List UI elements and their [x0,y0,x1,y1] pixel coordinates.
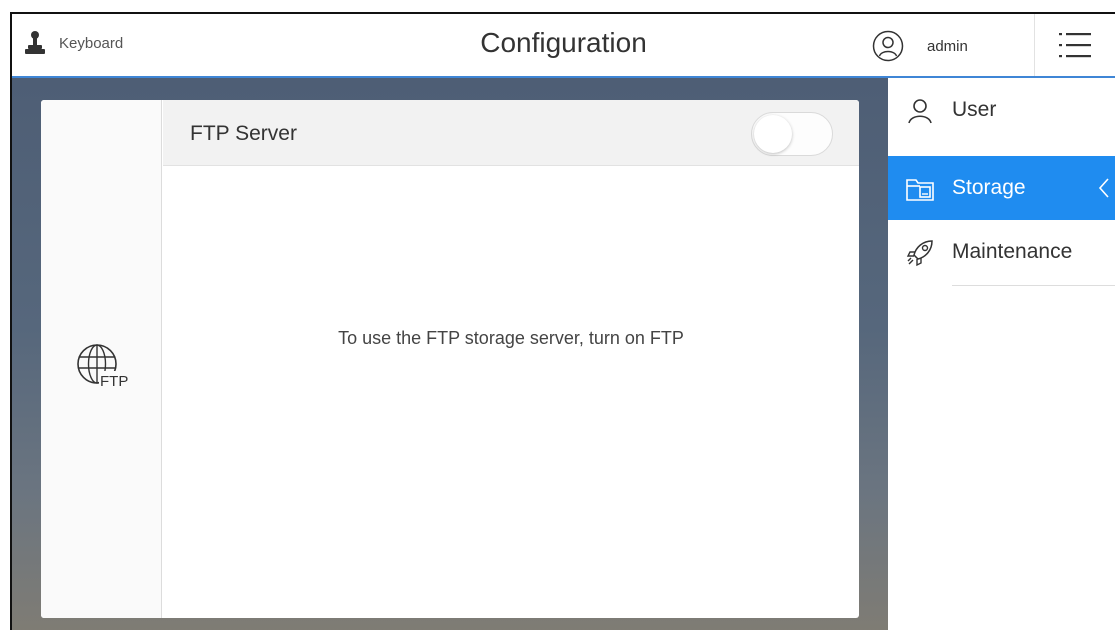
card-icon-panel: FTP [41,100,162,618]
keyboard-button[interactable]: Keyboard [24,30,123,56]
card-title: FTP Server [190,122,297,145]
chevron-left-icon [1098,178,1109,198]
storage-icon [906,179,934,201]
user-account-button[interactable]: admin [872,30,968,62]
menu-button[interactable] [1034,14,1115,76]
sidebar-divider [952,285,1115,286]
rocket-icon [906,240,933,267]
hamburger-menu-icon [1059,33,1091,58]
ftp-globe-icon: FTP [77,344,129,390]
ftp-icon-text: FTP [100,373,128,390]
sidebar-item-user[interactable]: User [888,78,1115,142]
ftp-toggle[interactable] [751,112,833,156]
joystick-icon [25,31,45,54]
keyboard-label: Keyboard [59,34,124,52]
user-icon [908,99,932,124]
username-label: admin [927,37,968,55]
card-header: FTP Server [163,100,859,166]
ftp-hint-message: To use the FTP storage server, turn on F… [338,328,684,348]
toggle-knob [754,115,792,153]
sidebar-item-label: Storage [952,176,1026,199]
user-circle-icon [872,30,904,62]
sidebar-item-label: User [952,98,997,121]
sidebar: User Storage Maintenance [888,78,1115,630]
sidebar-item-maintenance[interactable]: Maintenance [888,220,1115,284]
top-bar: Keyboard Configuration admin [12,14,1115,78]
ftp-server-card: FTP FTP Server To use the FTP storage se… [41,100,859,618]
sidebar-item-storage[interactable]: Storage [888,156,1115,220]
app-window: Keyboard Configuration admin FTP FTP Ser… [10,12,1115,630]
sidebar-item-label: Maintenance [952,240,1073,263]
